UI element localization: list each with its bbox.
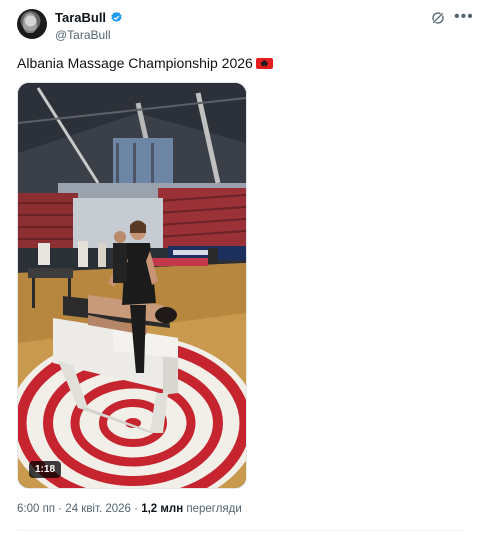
post-text-content: Albania Massage Championship 2026 — [17, 55, 253, 71]
views-label: перегляди — [186, 503, 242, 515]
meta-separator-2: · — [134, 503, 138, 515]
verified-badge-icon — [111, 11, 122, 22]
author-display-name[interactable]: TaraBull — [55, 10, 106, 25]
post-time[interactable]: 6:00 пп — [17, 503, 55, 515]
more-options-icon[interactable]: ••• — [454, 8, 474, 26]
avatar[interactable] — [17, 9, 47, 39]
grok-icon[interactable] — [430, 10, 446, 26]
tweet-post: TaraBull @TaraBull ••• Albania Massage C… — [0, 0, 481, 536]
video-thumbnail — [18, 83, 246, 488]
post-text: Albania Massage Championship 2026 — [17, 55, 273, 71]
post-meta: 6:00 пп · 24 квіт. 2026 · 1,2 млн перегл… — [17, 503, 242, 515]
meta-separator: · — [58, 503, 63, 515]
views-count: 1,2 млн — [141, 503, 184, 515]
divider — [17, 530, 464, 531]
author-name-row: TaraBull — [55, 10, 123, 25]
post-date[interactable]: 24 квіт. 2026 — [65, 503, 131, 515]
albania-flag-icon — [255, 58, 273, 69]
author-handle[interactable]: @TaraBull — [55, 28, 111, 42]
video-duration-badge: 1:18 — [29, 461, 62, 478]
video-player[interactable]: 1:18 — [17, 82, 247, 489]
